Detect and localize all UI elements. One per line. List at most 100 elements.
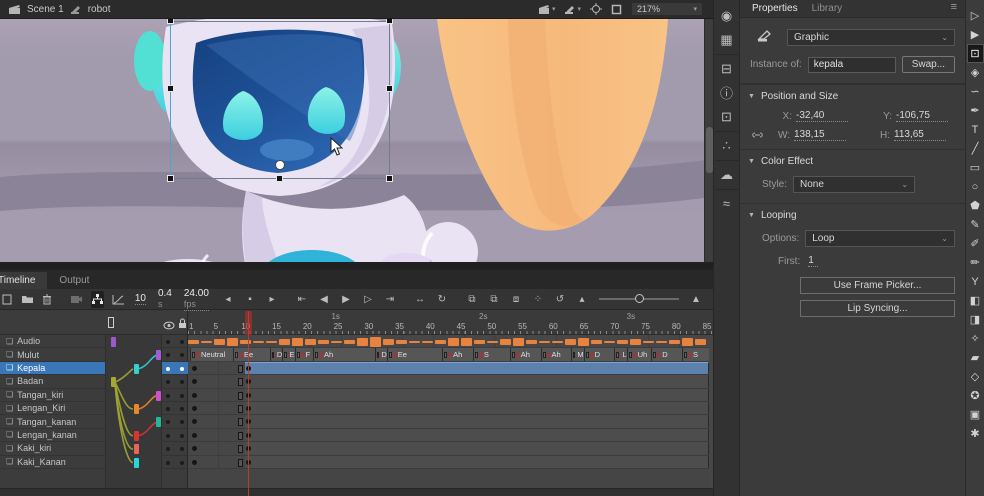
phoneme-keyframe[interactable]: Neutral [190, 348, 233, 360]
frames-row-Tangan_kanan[interactable] [188, 415, 709, 428]
frames-row-Kepala[interactable] [188, 362, 709, 375]
classic-brush-tool[interactable]: ✏ [967, 253, 984, 272]
handle-mid-right[interactable] [386, 85, 393, 92]
keyframe-dot[interactable] [192, 446, 197, 451]
parent-tag-Tangan_kanan[interactable] [156, 417, 161, 427]
phoneme-keyframe[interactable]: Ah [510, 348, 541, 360]
layer-lock-dot[interactable] [180, 353, 184, 357]
layer-visibility-dot[interactable] [166, 434, 170, 438]
layer-lock-dot[interactable] [180, 394, 184, 398]
layer-visibility-dot[interactable] [166, 461, 170, 465]
layer-visibility-dot[interactable] [166, 367, 170, 371]
fluid-brush-tool[interactable]: ✐ [967, 234, 984, 253]
frame-span[interactable] [245, 375, 709, 387]
looping-header[interactable]: ▼ Looping [740, 203, 965, 226]
camera-tool[interactable]: ▣ [967, 405, 984, 424]
asset-warp-tool[interactable]: ✪ [967, 386, 984, 405]
frame-rate-value[interactable]: 24.00 fps [184, 288, 209, 311]
parent-tag-Badan[interactable] [111, 377, 116, 387]
position-size-header[interactable]: ▼ Position and Size [740, 84, 965, 107]
phoneme-keyframe[interactable]: F [295, 348, 313, 360]
onion-skin-icon[interactable]: ⧉ [465, 294, 479, 305]
first-frame-icon[interactable]: ⇤ [295, 294, 309, 305]
keyframe-dot[interactable] [192, 460, 197, 465]
lasso-tool[interactable]: ∽ [967, 82, 984, 101]
frames-row-Tangan_kiri[interactable] [188, 389, 709, 402]
layer-lock-dot[interactable] [180, 340, 184, 344]
symbol-type-dropdown[interactable]: Graphic⌄ [787, 29, 955, 46]
keyframe-dot[interactable] [192, 433, 197, 438]
phoneme-keyframe[interactable]: S [473, 348, 510, 360]
last-frame-icon[interactable]: ⇥ [383, 294, 397, 305]
layer-lock-dot[interactable] [180, 420, 184, 424]
paint-bucket-tool[interactable]: ◧ [967, 291, 984, 310]
frames-row-Badan[interactable] [188, 375, 709, 388]
parenting-column[interactable] [105, 335, 162, 496]
eraser-tool[interactable]: ▰ [967, 348, 984, 367]
frames-row-Kaki_Kanan[interactable] [188, 456, 709, 469]
parent-tag-Lengan_Kiri[interactable] [134, 404, 139, 414]
center-frame-icon[interactable] [590, 3, 602, 15]
use-frame-picker-button[interactable]: Use Frame Picker... [800, 277, 955, 294]
handle-bottom-left[interactable] [167, 175, 174, 182]
tab-library[interactable]: Library [812, 3, 843, 14]
phoneme-keyframe[interactable]: L [614, 348, 626, 360]
frames-row-Mulut[interactable]: NeutralEeDEFAhDEeAhSAhAhMDLUhDS [188, 348, 709, 361]
phoneme-keyframe[interactable]: D [584, 348, 615, 360]
step-forward-icon[interactable]: ▸ [265, 294, 279, 305]
layer-visibility-dot[interactable] [166, 394, 170, 398]
clip-menu-icon[interactable]: ▾ [538, 4, 556, 15]
phoneme-keyframe[interactable]: Ah [313, 348, 375, 360]
next-frame-icon[interactable]: ▷ [361, 294, 375, 305]
parent-tag-Audio[interactable] [111, 337, 116, 347]
enlarge-frames-icon[interactable]: ▲ [689, 294, 703, 305]
bone-tool[interactable]: Y [967, 272, 984, 291]
swap-button[interactable]: Swap... [902, 56, 955, 73]
ink-bottle-tool[interactable]: ◨ [967, 310, 984, 329]
graph-editor-icon[interactable] [112, 294, 125, 305]
layer-lock-dot[interactable] [180, 447, 184, 451]
play-icon[interactable]: ▶ [339, 294, 353, 305]
style-dropdown[interactable]: None⌄ [793, 176, 915, 193]
step-back-icon[interactable]: ◂ [221, 294, 235, 305]
rectangle-tool[interactable]: ▭ [967, 158, 984, 177]
add-camera-icon[interactable] [70, 294, 83, 304]
x-value[interactable]: -32,40 [796, 110, 848, 122]
phoneme-keyframe[interactable]: D [651, 348, 682, 360]
text-tool[interactable]: T [967, 120, 984, 139]
timeline-zoom-slider[interactable] [599, 298, 679, 300]
reset-timeline-zoom-icon[interactable]: ↺ [553, 294, 567, 305]
gradient-transform-tool[interactable]: ◈ [967, 63, 984, 82]
handle-bottom-right[interactable] [386, 175, 393, 182]
instance-name-field[interactable]: kepala [808, 57, 896, 73]
selected-frame-span[interactable] [245, 362, 709, 374]
stage-canvas[interactable] [0, 19, 713, 262]
transform-point[interactable] [275, 160, 285, 170]
selection-tool[interactable]: ▷ [967, 6, 984, 25]
frame-span[interactable] [245, 415, 709, 427]
parent-tag-Tangan_kiri[interactable] [156, 391, 161, 401]
frame-span[interactable] [245, 429, 709, 441]
color-panel-icon[interactable]: ◉ [715, 4, 738, 27]
layer-lock-dot[interactable] [180, 380, 184, 384]
tab-properties[interactable]: Properties [752, 3, 798, 14]
align-panel-icon[interactable]: ⊟ [715, 57, 738, 80]
lock-column-icon[interactable] [178, 316, 187, 334]
empty-keyframe-marker[interactable] [238, 365, 243, 373]
phoneme-keyframe[interactable]: Ah [442, 348, 473, 360]
empty-keyframe-marker[interactable] [238, 392, 243, 400]
parent-tag-Kaki_Kanan[interactable] [134, 458, 139, 468]
edit-multiple-frames-icon[interactable]: ⧈ [509, 294, 523, 305]
panel-menu-icon[interactable]: ≡ [951, 1, 957, 13]
clip-content-icon[interactable] [611, 4, 622, 15]
keyframe-dot[interactable] [192, 406, 197, 411]
parent-tag-Kepala[interactable] [134, 364, 139, 374]
empty-keyframe-marker[interactable] [238, 459, 243, 467]
empty-keyframe-marker[interactable] [238, 445, 243, 453]
frames-row-Kaki_kiri[interactable] [188, 442, 709, 455]
layer-visibility-dot[interactable] [166, 380, 170, 384]
layer-visibility-dot[interactable] [166, 447, 170, 451]
w-value[interactable]: 138,15 [794, 129, 846, 141]
lip-syncing-button[interactable]: Lip Syncing... [800, 300, 955, 317]
selection-bounding-box[interactable] [170, 21, 390, 179]
